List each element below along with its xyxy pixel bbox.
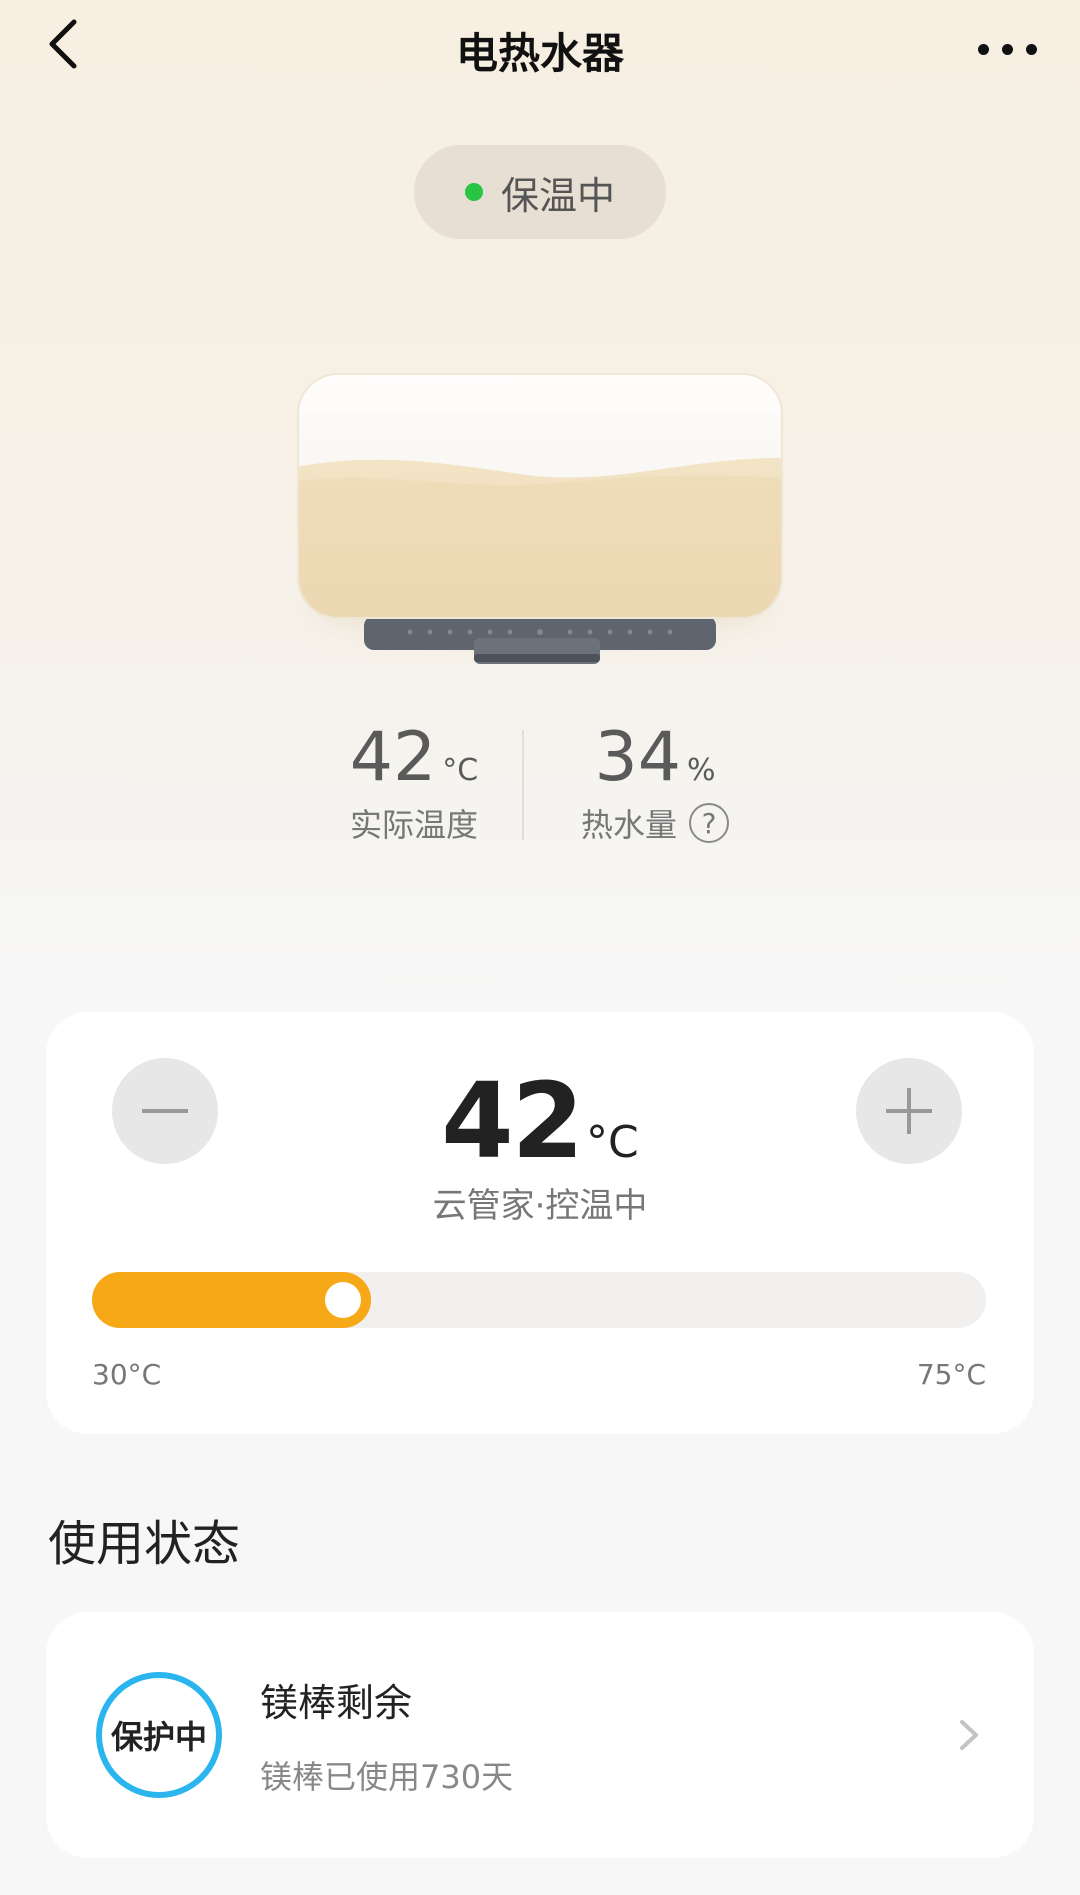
- temperature-control-card: 42°C 云管家·控温中 30°C 75°C: [46, 1012, 1034, 1434]
- more-dot-icon: [1002, 44, 1013, 55]
- temperature-slider[interactable]: [92, 1272, 986, 1328]
- slider-min-label: 30°C: [92, 1358, 162, 1391]
- water-heater-illustration: [297, 373, 783, 664]
- hot-water-unit: %: [687, 753, 716, 788]
- chevron-right-icon: [960, 1720, 978, 1750]
- actual-temperature-stat: 42 °C 实际温度: [334, 720, 494, 846]
- status-label: 保温中: [500, 173, 615, 218]
- status-badge: 保温中: [414, 145, 666, 239]
- set-temperature-value: 42: [441, 1060, 584, 1182]
- actual-temperature-unit: °C: [442, 753, 479, 788]
- protection-status-label: 保护中: [110, 1718, 207, 1756]
- increase-temperature-button[interactable]: [856, 1058, 962, 1164]
- actual-temperature-label: 实际温度: [334, 800, 494, 846]
- help-icon[interactable]: ?: [689, 803, 729, 843]
- actual-temperature-label-text: 实际温度: [349, 806, 478, 844]
- protection-status-ring: 保护中: [96, 1672, 222, 1798]
- actual-temperature-value: 42: [349, 718, 437, 797]
- set-temperature-unit: °C: [586, 1117, 639, 1168]
- status-indicator-dot: [464, 183, 483, 201]
- magnesium-rod-card[interactable]: 保护中 镁棒剩余 镁棒已使用730天: [46, 1612, 1034, 1858]
- stats-divider: [522, 730, 524, 840]
- hot-water-label-text: 热水量: [580, 806, 677, 844]
- more-dot-icon: [978, 44, 989, 55]
- temperature-slider-thumb[interactable]: [325, 1282, 361, 1318]
- plus-icon-vertical: [907, 1088, 911, 1134]
- magnesium-rod-title: 镁棒剩余: [260, 1681, 413, 1725]
- top-bar: 电热水器: [0, 0, 1080, 100]
- hot-water-stat: 34% 热水量 ?: [560, 720, 750, 846]
- slider-max-label: 75°C: [916, 1358, 986, 1391]
- usage-section-title: 使用状态: [48, 1516, 241, 1572]
- control-mode-label: 云管家·控温中: [432, 1186, 648, 1226]
- more-menu-button[interactable]: [976, 24, 1040, 72]
- more-dot-icon: [1026, 44, 1037, 55]
- page-title: 电热水器: [455, 29, 624, 78]
- hot-water-label: 热水量 ?: [560, 800, 750, 846]
- magnesium-rod-usage-text: 镁棒已使用730天: [260, 1758, 514, 1796]
- hot-water-value: 34: [594, 718, 681, 797]
